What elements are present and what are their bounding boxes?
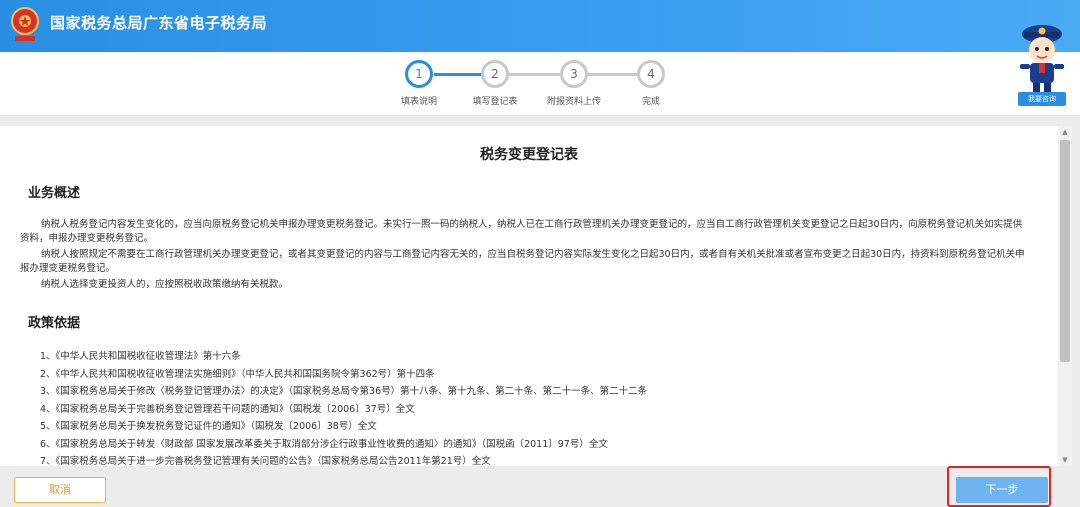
app-header: 国家税务总局广东省电子税务局 — [0, 0, 1080, 52]
tax-bureau-emblem-icon — [11, 7, 39, 41]
document-title: 税务变更登记表 — [480, 147, 578, 163]
step-2-number: 2 — [481, 60, 509, 88]
policy-item-5: 5、《国家税务总局关于换发税务登记证件的通知》（国税发〔2006〕38号）全文 — [40, 421, 377, 432]
next-step-button[interactable]: 下一步 — [956, 477, 1048, 503]
policy-item-7: 7、《国家税务总局关于进一步完善税务登记管理有关问题的公告》（国家税务总局公告2… — [40, 456, 491, 466]
policy-item-4: 4、《国家税务总局关于完善税务登记管理若干问题的通知》（国税发〔2006〕37号… — [40, 403, 415, 415]
step-4-number: 4 — [637, 60, 665, 88]
policy-item-2: 2、《中华人民共和国税收征收管理法实施细则》（中华人民共和国国务院令第362号）… — [40, 368, 435, 380]
document-panel: 税务变更登记表 业务概述 纳税人税务登记内容发生变化的，应当向原税务登记机关申报… — [0, 126, 1058, 466]
overview-paragraph-1: 纳税人税务登记内容发生变化的，应当向原税务登记机关申报办理变更税务登记。未实行一… — [20, 219, 1023, 244]
app-title: 国家税务总局广东省电子税务局 — [50, 14, 268, 32]
scrollbar-thumb[interactable] — [1060, 140, 1070, 362]
tax-officer-mascot-icon[interactable] — [1014, 20, 1070, 96]
step-2: 2 填写登记表 — [450, 60, 540, 107]
overview-paragraph-3: 纳税人选择变更投资人的，应按照税收政策缴纳有关税款。 — [41, 279, 289, 290]
step-4: 4 完成 — [606, 60, 696, 107]
policy-list: 1、《中华人民共和国税收征收管理法》第十六条 2、《中华人民共和国税收征收管理法… — [40, 348, 647, 466]
overview-heading: 业务概述 — [28, 186, 81, 201]
consult-button[interactable]: 我要咨询 — [1018, 92, 1066, 106]
cancel-button[interactable]: 取消 — [14, 477, 106, 503]
scroll-up-arrow-icon[interactable]: ▲ — [1058, 126, 1072, 138]
policy-item-3: 3、《国家税务总局关于修改〈税务登记管理办法〉的决定》（国家税务总局令第36号）… — [40, 386, 648, 397]
step-2-label: 填写登记表 — [472, 97, 518, 107]
policy-item-6: 6、《国家税务总局关于转发〈财政部 国家发展改革委关于取消部分涉企行政事业性收费… — [40, 438, 608, 450]
footer-bar: 取消 下一步 — [0, 466, 1080, 507]
scroll-down-arrow-icon[interactable]: ▼ — [1058, 454, 1072, 466]
vertical-scrollbar[interactable]: ▲ ▼ — [1058, 126, 1072, 466]
step-1-number: 1 — [405, 60, 433, 88]
step-4-label: 完成 — [641, 97, 660, 107]
policy-item-1: 1、《中华人民共和国税收征收管理法》第十六条 — [40, 351, 241, 362]
step-3-number: 3 — [560, 60, 588, 88]
policy-heading: 政策依据 — [28, 316, 81, 331]
overview-paragraph-2: 纳税人按照规定不需要在工商行政管理机关办理变更登记，或者其变更登记的内容与工商登… — [20, 249, 1025, 274]
step-progress-bar: 1 填表说明 2 填写登记表 3 附报资料上传 4 完成 — [0, 52, 1080, 116]
